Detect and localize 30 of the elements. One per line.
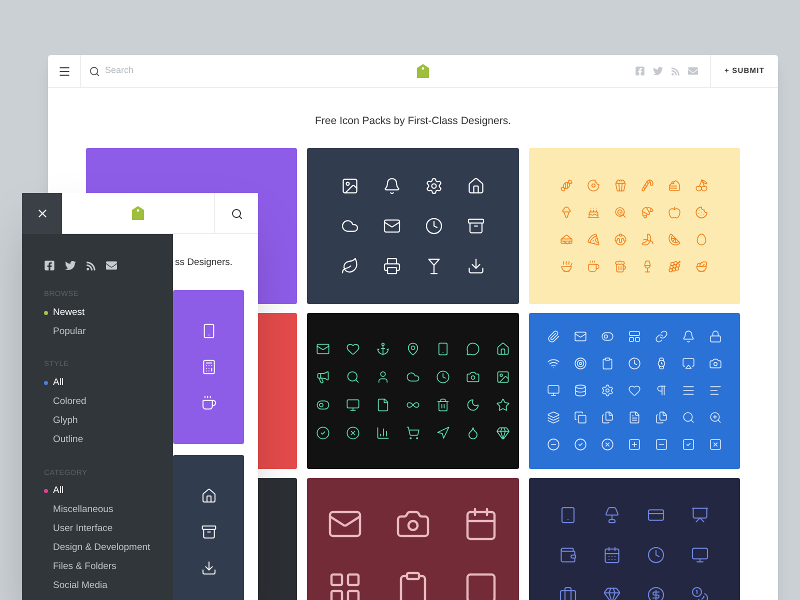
email-icon[interactable] [106,260,117,271]
filter-item[interactable]: All [53,376,64,390]
filter-item[interactable]: Design & Development [53,541,150,556]
tag-logo-icon[interactable] [132,206,144,220]
filter-item[interactable]: Social Media [53,579,108,594]
filter-item[interactable]: All [53,484,64,498]
filter-item[interactable]: Miscellaneous [53,503,114,518]
menu-icon [58,64,70,78]
filter-item[interactable]: Outline [53,432,84,448]
filter-item[interactable]: Glyph [53,414,78,428]
icon-pack-card[interactable] [528,478,740,600]
filter-item[interactable]: Colored [53,394,86,410]
icon-pack-card[interactable] [307,478,519,600]
close-icon [36,207,48,220]
facebook-icon[interactable] [44,260,55,271]
search-icon [89,66,100,76]
tag-logo-icon[interactable] [417,64,429,78]
filter-item[interactable]: User Interface [53,522,113,536]
icon-pack-card[interactable] [307,148,519,304]
filter-item[interactable]: Popular [53,324,86,339]
icon-pack-card[interactable] [307,312,519,469]
search-field[interactable]: Search [105,64,255,78]
tagline: ss Designers. [174,256,233,270]
filter-item[interactable]: Files & Folders [53,560,116,574]
close-button[interactable] [22,193,62,234]
rss-icon[interactable] [86,260,96,270]
filter-item[interactable]: Newest [53,306,85,320]
tagline: Free Icon Packs by First-Class Designers. [314,114,512,129]
search-icon [230,208,242,220]
twitter-icon[interactable] [65,260,76,271]
